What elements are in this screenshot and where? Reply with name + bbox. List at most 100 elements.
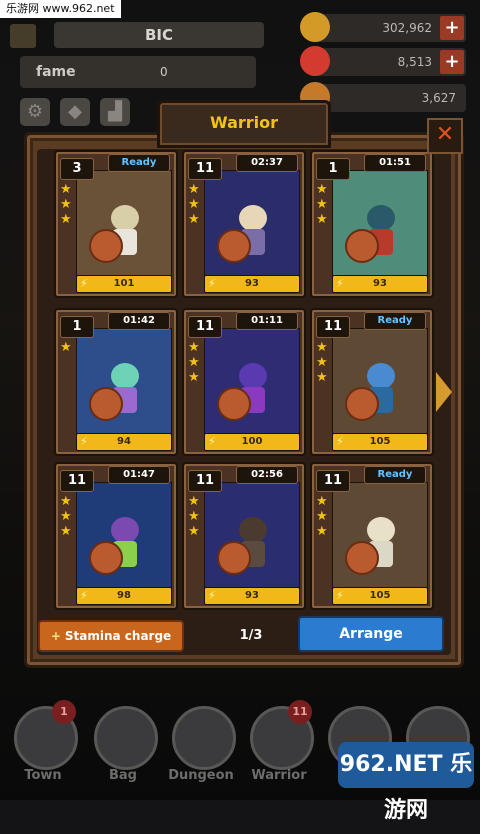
card-status: 02:56	[236, 466, 298, 484]
card-level: 1	[60, 316, 94, 338]
lightning-icon: ⚡	[208, 277, 216, 290]
star-icon: ★	[60, 212, 72, 227]
nav-bag[interactable]: Bag	[88, 706, 158, 796]
warrior-card[interactable]: 1 01:42 ★ ⚡ 94	[54, 308, 178, 456]
card-power: 105	[369, 590, 391, 601]
fame-box: fame 0	[20, 56, 256, 88]
medal-value: 3,627	[421, 91, 456, 105]
shield-icon	[217, 387, 251, 421]
nav-warrior[interactable]: 11 Warrior	[244, 700, 314, 796]
stamina-charge-button[interactable]: + Stamina charge	[38, 620, 184, 652]
star-icon: ★	[60, 197, 72, 212]
card-power: 101	[113, 278, 135, 289]
warrior-card[interactable]: 11 02:37 ★ ★ ★ ⚡ 93	[182, 150, 306, 298]
card-status: 02:37	[236, 154, 298, 172]
card-power: 94	[117, 436, 131, 447]
lightning-icon: ⚡	[336, 435, 344, 448]
nav-label-bag: Bag	[109, 768, 137, 783]
star-icon: ★	[316, 370, 328, 385]
star-icon: ★	[188, 509, 200, 524]
card-power: 93	[245, 278, 259, 289]
star-icon: ★	[188, 355, 200, 370]
warrior-portrait	[204, 482, 300, 588]
shield-icon	[345, 541, 379, 575]
warrior-card[interactable]: 11 Ready ★ ★ ★ ⚡ 105	[310, 308, 434, 456]
star-icon: ★	[188, 212, 200, 227]
card-power-bar: ⚡ 101	[76, 275, 172, 293]
fame-label: fame	[36, 64, 76, 80]
town-badge: 1	[52, 700, 76, 724]
close-button[interactable]: ✕	[427, 118, 463, 154]
lightning-icon: ⚡	[80, 435, 88, 448]
add-gold-button[interactable]: +	[440, 16, 464, 40]
card-stars: ★ ★ ★	[188, 182, 202, 227]
card-stars: ★ ★ ★	[188, 340, 202, 385]
card-level: 11	[316, 316, 350, 338]
arrange-button[interactable]: Arrange	[298, 616, 444, 652]
star-icon: ★	[60, 524, 72, 539]
medal-resource: 3,627	[300, 82, 466, 112]
star-icon: ★	[60, 340, 72, 355]
warrior-portrait	[76, 482, 172, 588]
warrior-card[interactable]: 3 Ready ★ ★ ★ ⚡ 101	[54, 150, 178, 298]
star-icon: ★	[188, 182, 200, 197]
stamina-charge-label: Stamina charge	[64, 629, 172, 643]
warrior-card[interactable]: 1 01:51 ★ ★ ★ ⚡ 93	[310, 150, 434, 298]
card-stars: ★ ★ ★	[60, 494, 74, 539]
warrior-head	[239, 363, 267, 389]
star-icon: ★	[316, 355, 328, 370]
nav-label-dungeon: Dungeon	[168, 768, 234, 783]
site-logo-watermark: 962.NET 乐游网	[338, 742, 474, 823]
player-name: BIC	[54, 22, 264, 48]
card-stars: ★ ★ ★	[316, 182, 330, 227]
star-icon: ★	[60, 182, 72, 197]
warrior-card[interactable]: 11 02:56 ★ ★ ★ ⚡ 93	[182, 462, 306, 610]
lightning-icon: ⚡	[80, 589, 88, 602]
warrior-portrait	[332, 328, 428, 434]
star-icon: ★	[316, 340, 328, 355]
warrior-head	[367, 205, 395, 231]
card-stars: ★ ★ ★	[316, 494, 330, 539]
warrior-head	[239, 205, 267, 231]
warrior-card[interactable]: 11 Ready ★ ★ ★ ⚡ 105	[310, 462, 434, 610]
fame-value: 0	[160, 65, 168, 79]
star-icon: ★	[316, 524, 328, 539]
warrior-card[interactable]: 11 01:47 ★ ★ ★ ⚡ 98	[54, 462, 178, 610]
card-power-bar: ⚡ 93	[204, 587, 300, 605]
card-power-bar: ⚡ 105	[332, 433, 428, 451]
next-page-arrow[interactable]	[436, 372, 452, 412]
card-power-bar: ⚡ 100	[204, 433, 300, 451]
nav-dungeon[interactable]: Dungeon	[166, 706, 236, 796]
warrior-card[interactable]: 11 01:11 ★ ★ ★ ⚡ 100	[182, 308, 306, 456]
card-status: 01:42	[108, 312, 170, 330]
gold-value: 302,962	[382, 21, 432, 35]
card-power-bar: ⚡ 93	[332, 275, 428, 293]
star-icon: ★	[188, 524, 200, 539]
star-icon: ★	[60, 509, 72, 524]
warrior-head	[367, 517, 395, 543]
card-level: 3	[60, 158, 94, 180]
warrior-portrait	[76, 170, 172, 276]
warrior-head	[111, 517, 139, 543]
gold-coin-icon	[300, 12, 330, 42]
card-stars: ★ ★ ★	[60, 182, 74, 227]
star-icon: ★	[188, 197, 200, 212]
warrior-head	[111, 205, 139, 231]
mask-icon[interactable]: ◆	[60, 98, 90, 126]
star-icon: ★	[188, 370, 200, 385]
star-icon: ★	[188, 494, 200, 509]
shield-icon	[89, 541, 123, 575]
add-ruby-button[interactable]: +	[440, 50, 464, 74]
lightning-icon: ⚡	[208, 589, 216, 602]
card-level: 11	[60, 470, 94, 492]
lightning-icon: ⚡	[336, 589, 344, 602]
lightning-icon: ⚡	[336, 277, 344, 290]
card-power-bar: ⚡ 94	[76, 433, 172, 451]
warrior-portrait	[332, 170, 428, 276]
card-level: 11	[316, 470, 350, 492]
site-watermark: 乐游网 www.962.net	[0, 0, 121, 18]
gear-icon[interactable]: ⚙	[20, 98, 50, 126]
nav-town[interactable]: 1 Town	[8, 700, 78, 796]
star-icon: ★	[316, 509, 328, 524]
podium-icon[interactable]: ▟	[100, 98, 130, 126]
